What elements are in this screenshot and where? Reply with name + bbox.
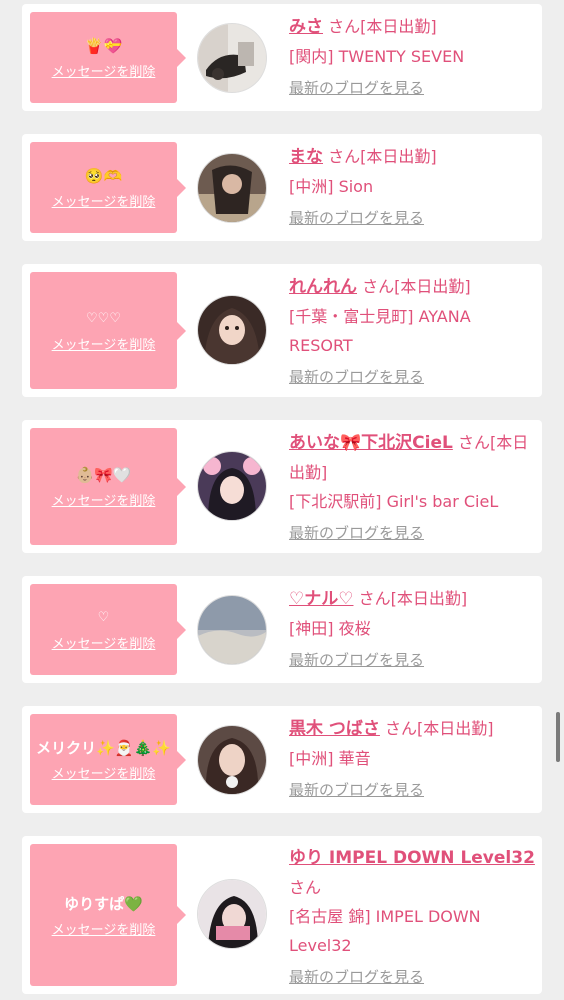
cast-info: れんれん さん[本日出勤] [千葉・富士見町] AYANA RESORT 最新の… — [289, 272, 535, 387]
cast-name-link[interactable]: ♡ナル♡ — [289, 589, 353, 609]
scrollbar[interactable] — [556, 712, 560, 762]
shop-label: [中洲] Sion — [289, 177, 374, 196]
honorific: さん — [385, 719, 418, 738]
list-item: メリクリ✨🎅🎄✨ メッセージを削除 黒木 つばさ さん[本日出勤] [中洲] 華… — [22, 706, 542, 813]
message-text: ♡ — [97, 610, 110, 625]
honorific: さん — [457, 433, 490, 452]
blog-link[interactable]: 最新のブログを見る — [289, 779, 535, 800]
cast-info: あいな🎀下北沢CieL さん[本日出勤] [下北沢駅前] Girl's bar … — [289, 428, 535, 543]
cast-info: ゆり IMPEL DOWN Level32 さん [名古屋 錦] IMPEL D… — [289, 844, 535, 987]
honorific: さん — [328, 17, 361, 36]
cast-info: ♡ナル♡ さん[本日出勤] [神田] 夜桜 最新のブログを見る — [289, 584, 535, 670]
status-label: [本日出勤] — [390, 589, 468, 608]
message-text: 🍟💝 — [84, 37, 123, 55]
avatar[interactable] — [198, 596, 266, 664]
avatar[interactable] — [198, 296, 266, 364]
list-item: 👶🏼🎀🤍 メッセージを削除 あいな🎀下北沢CieL さん[本日出勤] [下北沢駅… — [22, 420, 542, 553]
delete-message-link[interactable]: メッセージを削除 — [52, 334, 156, 353]
shop-label: [下北沢駅前] Girl's bar CieL — [289, 492, 499, 511]
avatar[interactable] — [198, 726, 266, 794]
status-label: [本日出勤] — [417, 719, 494, 738]
avatar[interactable] — [198, 452, 266, 520]
avatar[interactable] — [198, 880, 266, 948]
message-text: 🥺🫶 — [84, 167, 123, 185]
honorific: さん — [328, 147, 361, 166]
message-text: ♡♡♡ — [86, 311, 121, 326]
shop-label: [名古屋 錦] IMPEL DOWN Level32 — [289, 907, 481, 955]
cast-info: まな さん[本日出勤] [中洲] Sion 最新のブログを見る — [289, 142, 535, 228]
blog-link[interactable]: 最新のブログを見る — [289, 207, 535, 228]
cast-name-link[interactable]: れんれん — [289, 277, 357, 297]
shop-label: [中洲] 華音 — [289, 749, 371, 768]
cast-name-link[interactable]: 黒木 つばさ — [289, 719, 380, 739]
delete-message-link[interactable]: メッセージを削除 — [52, 490, 156, 509]
message-bubble: メリクリ✨🎅🎄✨ メッセージを削除 — [30, 714, 186, 805]
blog-link[interactable]: 最新のブログを見る — [289, 966, 535, 987]
blog-link[interactable]: 最新のブログを見る — [289, 522, 535, 543]
list-item: ♡♡♡ メッセージを削除 れんれん さん[本日出勤] [千葉・富士見町] AYA… — [22, 264, 542, 397]
cast-info: 黒木 つばさ さん[本日出勤] [中洲] 華音 最新のブログを見る — [289, 714, 535, 800]
honorific: さん — [358, 589, 391, 608]
avatar[interactable] — [198, 154, 266, 222]
blog-link[interactable]: 最新のブログを見る — [289, 649, 535, 670]
message-bubble: 🍟💝 メッセージを削除 — [30, 12, 186, 103]
list-item: ゆりすぱ💚 メッセージを削除 ゆり IMPEL DOWN Level32 さん … — [22, 836, 542, 994]
cast-name-link[interactable]: あいな🎀下北沢CieL — [289, 433, 453, 453]
status-label: [本日出勤] — [394, 277, 471, 296]
delete-message-link[interactable]: メッセージを削除 — [52, 61, 156, 80]
list-item: 🥺🫶 メッセージを削除 まな さん[本日出勤] [中洲] Sion 最新のブログ… — [22, 134, 542, 241]
avatar[interactable] — [198, 24, 266, 92]
shop-label: [千葉・富士見町] AYANA RESORT — [289, 307, 471, 355]
message-bubble: ♡ メッセージを削除 — [30, 584, 186, 675]
list-item: ♡ メッセージを削除 ♡ナル♡ さん[本日出勤] [神田] 夜桜 最新のブログを… — [22, 576, 542, 683]
honorific: さん — [289, 878, 322, 897]
cast-name-link[interactable]: まな — [289, 147, 323, 167]
delete-message-link[interactable]: メッセージを削除 — [52, 763, 156, 782]
status-label: [本日出勤] — [360, 147, 437, 166]
honorific: さん — [362, 277, 395, 296]
delete-message-link[interactable]: メッセージを削除 — [52, 191, 156, 210]
message-bubble: ♡♡♡ メッセージを削除 — [30, 272, 186, 389]
message-text: 👶🏼🎀🤍 — [75, 466, 132, 484]
message-text: ゆりすぱ💚 — [64, 894, 143, 913]
delete-message-link[interactable]: メッセージを削除 — [52, 633, 156, 652]
list-item: 🍟💝 メッセージを削除 みさ さん[本日出勤] [関内] TWENTY SEVE… — [22, 4, 542, 111]
status-label: [本日出勤] — [360, 17, 437, 36]
message-text: メリクリ✨🎅🎄✨ — [36, 739, 171, 757]
message-bubble: ゆりすぱ💚 メッセージを削除 — [30, 844, 186, 986]
message-bubble: 👶🏼🎀🤍 メッセージを削除 — [30, 428, 186, 545]
cast-info: みさ さん[本日出勤] [関内] TWENTY SEVEN 最新のブログを見る — [289, 12, 535, 98]
shop-label: [神田] 夜桜 — [289, 619, 371, 638]
delete-message-link[interactable]: メッセージを削除 — [52, 919, 156, 938]
blog-link[interactable]: 最新のブログを見る — [289, 366, 535, 387]
message-bubble: 🥺🫶 メッセージを削除 — [30, 142, 186, 233]
cast-name-link[interactable]: ゆり IMPEL DOWN Level32 — [289, 848, 535, 868]
shop-label: [関内] TWENTY SEVEN — [289, 47, 465, 66]
cast-name-link[interactable]: みさ — [289, 17, 323, 37]
blog-link[interactable]: 最新のブログを見る — [289, 77, 535, 98]
